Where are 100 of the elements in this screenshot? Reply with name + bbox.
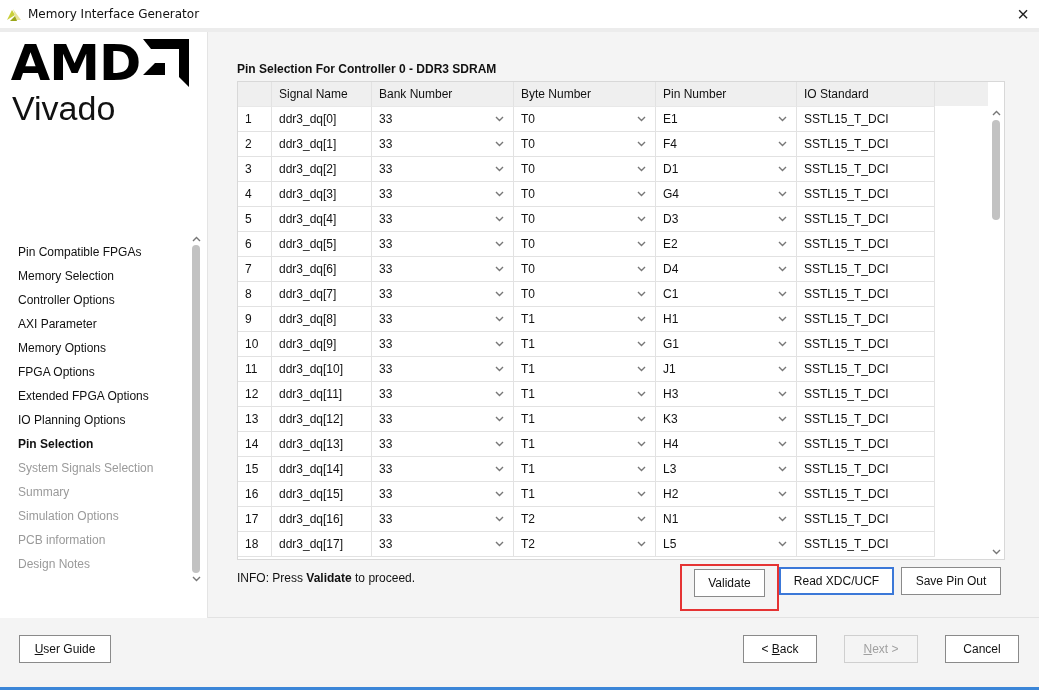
sidebar-item[interactable]: Extended FPGA Options — [18, 387, 190, 411]
dropdown-caret-icon — [637, 291, 646, 297]
dropdown-field[interactable]: H4 — [656, 432, 797, 457]
scrollbar[interactable] — [190, 236, 202, 582]
dropdown-field[interactable]: L5 — [656, 532, 797, 557]
sidebar-item: Design Notes — [18, 556, 92, 573]
dropdown-field[interactable]: 33 — [372, 157, 514, 182]
table-cell: ddr3_dq[13] — [272, 432, 372, 457]
brand-logo-text: AMD — [10, 38, 141, 88]
nav-button[interactable]: < Back — [743, 635, 817, 663]
table-cell: SSTL15_T_DCI — [797, 232, 935, 257]
validate-button[interactable]: Validate — [694, 569, 765, 597]
dropdown-field[interactable]: 33 — [372, 507, 514, 532]
dropdown-field[interactable]: T1 — [514, 307, 656, 332]
table-cell: SSTL15_T_DCI — [797, 132, 935, 157]
table-cell: ddr3_dq[5] — [272, 232, 372, 257]
dropdown-field[interactable]: H3 — [656, 382, 797, 407]
table-cell: ddr3_dq[10] — [272, 357, 372, 382]
dropdown-field[interactable]: C1 — [656, 282, 797, 307]
dropdown-field[interactable]: T1 — [514, 432, 656, 457]
save-button[interactable]: Save Pin Out — [901, 567, 1001, 595]
dropdown-caret-icon — [495, 416, 504, 422]
scrollbar-thumb[interactable] — [992, 120, 1000, 221]
dropdown-field[interactable]: 33 — [372, 382, 514, 407]
dropdown-field[interactable]: 33 — [372, 107, 514, 132]
dropdown-field[interactable]: G4 — [656, 182, 797, 207]
dropdown-field[interactable]: T0 — [514, 132, 656, 157]
dropdown-caret-icon — [495, 541, 504, 547]
dropdown-field[interactable]: L3 — [656, 457, 797, 482]
row-number: 4 — [238, 182, 272, 207]
dropdown-caret-icon — [495, 391, 504, 397]
dropdown-field[interactable]: T0 — [514, 182, 656, 207]
table-cell: SSTL15_T_DCI — [797, 482, 935, 507]
dropdown-field[interactable]: 33 — [372, 357, 514, 382]
dropdown-field[interactable]: T0 — [514, 157, 656, 182]
dropdown-field[interactable]: 33 — [372, 282, 514, 307]
dropdown-caret-icon — [495, 191, 504, 197]
panel-title: Pin Selection For Controller 0 - DDR3 SDRAM — [237, 62, 498, 77]
sidebar-item[interactable]: AXI Parameter — [18, 315, 190, 339]
dropdown-field[interactable]: T0 — [514, 257, 656, 282]
dropdown-field[interactable]: T0 — [514, 232, 656, 257]
dropdown-caret-icon — [495, 491, 504, 497]
dropdown-field[interactable]: 33 — [372, 407, 514, 432]
sidebar-item[interactable]: Controller Options — [18, 291, 190, 315]
nav-button[interactable]: Cancel — [945, 635, 1019, 663]
sidebar-item: Summary — [18, 484, 71, 501]
table-cell: SSTL15_T_DCI — [797, 332, 935, 357]
sidebar-item[interactable]: FPGA Options — [18, 363, 190, 387]
sidebar-item[interactable]: Pin Selection — [18, 435, 190, 459]
scroll-down-icon — [991, 549, 1001, 555]
dropdown-field[interactable]: H2 — [656, 482, 797, 507]
dropdown-field[interactable]: 33 — [372, 182, 514, 207]
dropdown-field[interactable]: 33 — [372, 482, 514, 507]
product-name: Vivado — [12, 90, 116, 126]
close-button[interactable]: × — [1017, 4, 1029, 24]
dropdown-field[interactable]: T0 — [514, 282, 656, 307]
dropdown-field[interactable]: 33 — [372, 207, 514, 232]
dropdown-field[interactable]: T0 — [514, 207, 656, 232]
dropdown-field[interactable]: T1 — [514, 357, 656, 382]
sidebar-item[interactable]: Memory Selection — [18, 267, 190, 291]
dropdown-field[interactable]: 33 — [372, 432, 514, 457]
dropdown-caret-icon — [495, 466, 504, 472]
sidebar-item[interactable]: IO Planning Options — [18, 411, 190, 435]
dropdown-caret-icon — [778, 291, 787, 297]
dropdown-field[interactable]: E2 — [656, 232, 797, 257]
dropdown-field[interactable]: G1 — [656, 332, 797, 357]
dropdown-field[interactable]: F4 — [656, 132, 797, 157]
dropdown-field[interactable]: D3 — [656, 207, 797, 232]
dropdown-field[interactable]: 33 — [372, 132, 514, 157]
dropdown-field[interactable]: T2 — [514, 507, 656, 532]
dropdown-field[interactable]: T1 — [514, 482, 656, 507]
dropdown-field[interactable]: N1 — [656, 507, 797, 532]
dropdown-field[interactable]: 33 — [372, 457, 514, 482]
dropdown-field[interactable]: J1 — [656, 357, 797, 382]
dropdown-field[interactable]: 33 — [372, 307, 514, 332]
dropdown-field[interactable]: K3 — [656, 407, 797, 432]
sidebar-item[interactable]: Memory Options — [18, 339, 190, 363]
dropdown-field[interactable]: T0 — [514, 107, 656, 132]
read-file-button[interactable]: Read XDC/UCF — [779, 567, 894, 595]
dropdown-caret-icon — [778, 416, 787, 422]
dropdown-field[interactable]: T1 — [514, 332, 656, 357]
dropdown-field[interactable]: T1 — [514, 407, 656, 432]
table-cell: ddr3_dq[14] — [272, 457, 372, 482]
dropdown-field[interactable]: T2 — [514, 532, 656, 557]
nav-button[interactable]: User Guide — [19, 635, 111, 663]
column-header: Byte Number — [514, 82, 656, 107]
dropdown-field[interactable]: D1 — [656, 157, 797, 182]
dropdown-caret-icon — [637, 341, 646, 347]
dropdown-field[interactable]: 33 — [372, 257, 514, 282]
dropdown-field[interactable]: T1 — [514, 457, 656, 482]
dropdown-field[interactable]: 33 — [372, 532, 514, 557]
dropdown-field[interactable]: 33 — [372, 332, 514, 357]
sidebar-item[interactable]: Pin Compatible FPGAs — [18, 243, 190, 267]
dropdown-field[interactable]: D4 — [656, 257, 797, 282]
dropdown-field[interactable]: T1 — [514, 382, 656, 407]
dropdown-field[interactable]: E1 — [656, 107, 797, 132]
dropdown-caret-icon — [778, 466, 787, 472]
dropdown-field[interactable]: 33 — [372, 232, 514, 257]
dropdown-field[interactable]: H1 — [656, 307, 797, 332]
scrollbar-thumb[interactable] — [192, 245, 200, 573]
